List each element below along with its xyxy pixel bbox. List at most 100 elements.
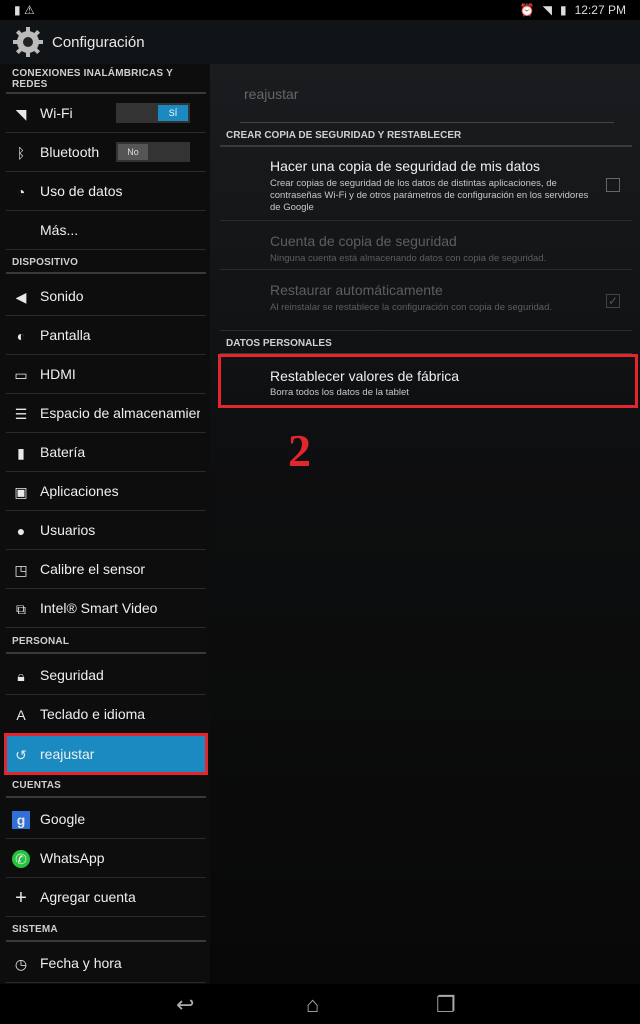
search-text[interactable]: reajustar — [244, 86, 298, 102]
data-usage-icon: ◔ — [16, 184, 26, 200]
lock-icon: 🔒︎ — [17, 668, 25, 684]
sidebar-item-label: Sonido — [40, 288, 84, 304]
toggle-state: SÍ — [158, 105, 188, 121]
sidebar-item-wifi[interactable]: ◥ Wi-Fi SÍ — [6, 94, 206, 133]
section-personal-header: DATOS PERSONALES — [226, 338, 332, 349]
home-icon[interactable]: ⌂ — [306, 992, 319, 1018]
sidebar-item-security[interactable]: 🔒︎ Seguridad — [6, 656, 206, 695]
sidebar-item-battery[interactable]: ▮ Batería — [6, 433, 206, 472]
toggle-state: No — [118, 144, 148, 160]
sidebar-item-storage[interactable]: ☰ Espacio de almacenamiento — [6, 394, 206, 433]
category-personal: PERSONAL — [12, 636, 70, 647]
sidebar-item-label: Más... — [40, 222, 79, 238]
keyboard-icon: A — [16, 707, 26, 723]
recent-apps-icon[interactable]: ❐ — [436, 992, 456, 1018]
status-bar: ▮ ⚠ ⏰ ◥ ▮ 12:27 PM — [0, 0, 640, 20]
sidebar-item-google[interactable]: g Google — [6, 800, 206, 839]
back-icon[interactable]: ↩ — [176, 992, 194, 1018]
pref-backup-account[interactable]: Cuenta de copia de seguridad Ninguna cue… — [220, 227, 632, 270]
sidebar-item-label: Google — [40, 811, 86, 827]
sidebar-item-more[interactable]: Más... — [6, 211, 206, 250]
clock: 12:27 PM — [574, 3, 626, 17]
highlight-box-1 — [4, 733, 208, 775]
divider — [220, 145, 632, 147]
sensor-icon: ◳ — [14, 562, 28, 578]
sidebar-item-label: Calibre el sensor — [40, 561, 146, 577]
sidebar-item-data-usage[interactable]: ◔ Uso de datos — [6, 172, 206, 211]
pref-title: Cuenta de copia de seguridad — [270, 233, 457, 249]
main-content: reajustar CREAR COPIA DE SEGURIDAD Y RES… — [210, 64, 640, 984]
category-wireless: CONEXIONES INALÁMBRICAS Y REDES — [12, 68, 173, 90]
sidebar-item-label: HDMI — [40, 366, 76, 382]
divider — [6, 796, 206, 798]
pref-summary: Crear copias de seguridad de los datos d… — [270, 178, 589, 213]
sidebar-item-smart-video[interactable]: ⧉ Intel® Smart Video — [6, 589, 206, 628]
wifi-toggle[interactable]: SÍ — [116, 103, 190, 123]
sidebar-item-whatsapp[interactable]: ✆ WhatsApp — [6, 839, 206, 878]
sidebar-item-users[interactable]: ● Usuarios — [6, 511, 206, 550]
category-device: DISPOSITIVO — [12, 257, 79, 268]
clock-icon: ◷ — [14, 956, 28, 972]
auto-restore-checkbox[interactable]: ✓ — [606, 294, 620, 308]
monitor-icon: ▭ — [14, 367, 28, 383]
sidebar-item-label: Pantalla — [40, 327, 91, 343]
action-bar: Configuración — [0, 20, 640, 65]
sidebar-item-label: Teclado e idioma — [40, 706, 146, 722]
backup-checkbox[interactable] — [606, 178, 620, 192]
sidebar-item-sound[interactable]: ◀ Sonido — [6, 277, 206, 316]
annotation-number-2: 2 — [288, 425, 311, 476]
divider — [6, 652, 206, 654]
sidebar-item-label: Espacio de almacenamiento — [40, 405, 200, 421]
sidebar-item-label: Batería — [40, 444, 86, 460]
bluetooth-toggle[interactable]: No — [116, 142, 190, 162]
sidebar-item-bluetooth[interactable]: ᛒ Bluetooth No — [6, 133, 206, 172]
notification-icons: ▮ ⚠ — [14, 3, 35, 17]
sidebar-item-label: Aplicaciones — [40, 483, 119, 499]
speaker-icon: ◀ — [15, 289, 27, 305]
user-icon: ● — [16, 523, 26, 539]
sidebar-item-add-account[interactable]: + Agregar cuenta — [6, 878, 206, 917]
divider — [6, 272, 206, 274]
google-icon: g — [12, 811, 30, 829]
page-title: Configuración — [52, 34, 145, 51]
category-accounts: CUENTAS — [12, 780, 61, 791]
section-backup-header: CREAR COPIA DE SEGURIDAD Y RESTABLECER — [226, 130, 462, 141]
sidebar-item-label: Agregar cuenta — [40, 889, 136, 905]
sidebar-item-hdmi[interactable]: ▭ HDMI — [6, 355, 206, 394]
alarm-icon: ⏰ — [519, 3, 535, 17]
wifi-signal-icon: ◥ — [542, 3, 553, 17]
whatsapp-icon: ✆ — [12, 850, 30, 868]
pref-title: Hacer una copia de seguridad de mis dato… — [270, 158, 541, 174]
sidebar-item-display[interactable]: ◐ Pantalla — [6, 316, 206, 355]
sidebar-item-sensor[interactable]: ◳ Calibre el sensor — [6, 550, 206, 589]
sidebar-item-label: WhatsApp — [40, 850, 105, 866]
sidebar-item-apps[interactable]: ▣ Aplicaciones — [6, 472, 206, 511]
sidebar-item-label: Uso de datos — [40, 183, 123, 199]
bluetooth-icon: ᛒ — [16, 145, 26, 161]
gear-icon[interactable] — [12, 26, 44, 58]
navigation-bar: ↩ ⌂ ❐ — [0, 984, 640, 1024]
sidebar-item-label: Fecha y hora — [40, 955, 122, 971]
sidebar-item-label: Usuarios — [40, 522, 96, 538]
storage-icon: ☰ — [14, 406, 28, 422]
status-icons: ⏰ ◥ ▮ 12:27 PM — [520, 3, 626, 17]
highlight-box-2 — [218, 354, 638, 408]
pref-backup-data[interactable]: Hacer una copia de seguridad de mis dato… — [220, 152, 632, 221]
pref-summary: Al reinstalar se restablece la configura… — [270, 302, 552, 313]
pref-auto-restore[interactable]: Restaurar automáticamente Al reinstalar … — [220, 276, 632, 331]
divider — [6, 940, 206, 942]
brightness-icon: ◐ — [16, 328, 26, 344]
sidebar-item-label: Intel® Smart Video — [40, 600, 158, 616]
wifi-icon: ◥ — [15, 106, 27, 122]
sidebar-item-keyboard[interactable]: A Teclado e idioma — [6, 695, 206, 734]
video-icon: ⧉ — [16, 601, 26, 617]
apps-icon: ▣ — [14, 484, 28, 500]
search-underline — [240, 122, 614, 123]
sidebar-item-datetime[interactable]: ◷ Fecha y hora — [6, 944, 206, 983]
plus-icon: + — [15, 887, 27, 909]
pref-title: Restaurar automáticamente — [270, 282, 443, 298]
category-system: SISTEMA — [12, 924, 58, 935]
pref-summary: Ninguna cuenta está almacenando datos co… — [270, 253, 547, 264]
sidebar: CONEXIONES INALÁMBRICAS Y REDES ◥ Wi-Fi … — [0, 64, 210, 984]
sidebar-item-label: Seguridad — [40, 667, 104, 683]
